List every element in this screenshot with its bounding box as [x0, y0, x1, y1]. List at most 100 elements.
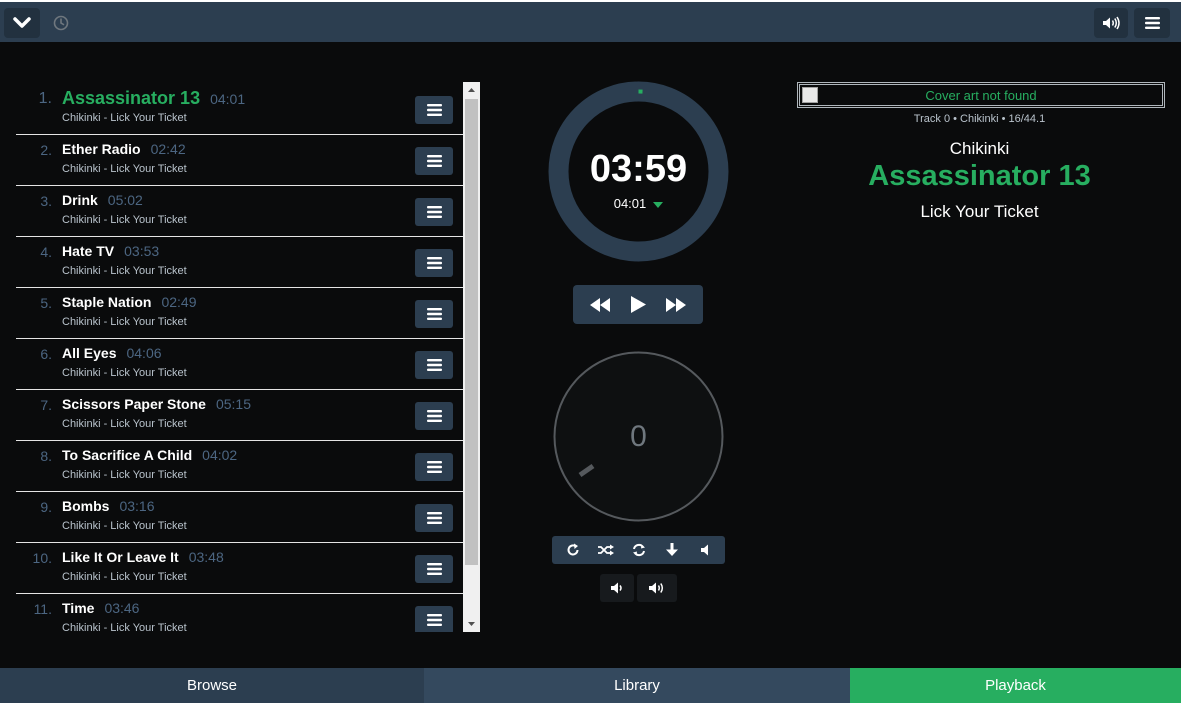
main-menu-button[interactable]	[1134, 8, 1170, 38]
shuffle-button[interactable]	[593, 538, 619, 562]
queue-item-menu-button[interactable]	[415, 147, 453, 175]
queue-list: 1. Assassinator 13 04:01 Chikinki - Lick Yo…	[16, 82, 464, 632]
play-icon	[631, 296, 646, 313]
queue-item-title: Like It Or Leave It 03:48	[62, 549, 224, 565]
queue-item-subtitle: Chikinki - Lick Your Ticket	[62, 469, 187, 481]
hamburger-icon	[426, 359, 442, 371]
repeat-button[interactable]	[560, 538, 586, 562]
hamburger-icon	[426, 410, 442, 422]
hamburger-icon	[426, 206, 442, 218]
queue-item-title: Ether Radio 02:42	[62, 141, 186, 157]
queue-scrollbar[interactable]	[463, 82, 480, 632]
download-icon	[665, 543, 678, 556]
volume-up-icon	[649, 582, 664, 594]
queue-item-title-text: Ether Radio	[62, 141, 141, 157]
mute-button[interactable]	[692, 538, 718, 562]
queue-item-title-text: All Eyes	[62, 345, 117, 361]
tab-browse[interactable]: Browse	[0, 668, 424, 703]
cover-art: Cover art not found	[797, 82, 1165, 108]
queue-item-number: 7.	[40, 397, 52, 413]
queue-item-menu-button[interactable]	[415, 249, 453, 277]
queue-item-title: Time 03:46	[62, 600, 139, 616]
caret-down-icon	[653, 201, 664, 208]
queue-item-title-text: Staple Nation	[62, 294, 152, 310]
queue-item-duration: 05:02	[107, 192, 143, 208]
arrow-up-icon	[468, 88, 475, 92]
now-playing-title: Assassinator 13	[868, 160, 1091, 192]
scroll-down-button[interactable]	[463, 616, 480, 632]
tab-library[interactable]: Library	[424, 668, 850, 703]
queue-item-title-text: Scissors Paper Stone	[62, 396, 206, 412]
queue-item-title-text: Drink	[62, 192, 98, 208]
queue-item-subtitle: Chikinki - Lick Your Ticket	[62, 418, 187, 430]
queue-item-title: Staple Nation 02:49	[62, 294, 197, 310]
hamburger-icon	[426, 257, 442, 269]
queue-item-menu-button[interactable]	[415, 453, 453, 481]
queue-item-menu-button[interactable]	[415, 198, 453, 226]
hamburger-icon	[1144, 17, 1160, 29]
volume-down-button[interactable]	[600, 574, 634, 602]
elapsed-time: 03:59	[589, 148, 688, 190]
total-time[interactable]: 04:01	[548, 196, 729, 211]
queue-item[interactable]: 5. Staple Nation 02:49 Chikinki - Lick Your…	[16, 288, 464, 339]
queue-item-number: 8.	[40, 448, 52, 464]
queue-item-duration: 04:02	[202, 447, 238, 463]
cover-art-frame: Cover art not found	[799, 84, 1163, 106]
queue-item-number: 2.	[40, 142, 52, 158]
queue-item-subtitle: Chikinki - Lick Your Ticket	[62, 367, 187, 379]
volume-button[interactable]	[1094, 8, 1128, 38]
broken-image-icon	[802, 87, 818, 103]
fast-forward-icon	[666, 297, 686, 312]
queue-item[interactable]: 4. Hate TV 03:53 Chikinki - Lick Your Ticke…	[16, 237, 464, 288]
queue-item-number: 4.	[40, 244, 52, 260]
history-button[interactable]	[50, 8, 72, 38]
queue-item-menu-button[interactable]	[415, 351, 453, 379]
queue-item-number: 1.	[38, 90, 52, 107]
tab-playback[interactable]: Playback	[850, 668, 1181, 703]
queue-item-title: All Eyes 04:06	[62, 345, 162, 361]
scroll-thumb[interactable]	[465, 99, 478, 565]
arrow-down-icon	[468, 622, 475, 626]
volume-icon	[1103, 16, 1120, 30]
queue-item-duration: 04:06	[126, 345, 162, 361]
queue-item-menu-button[interactable]	[415, 402, 453, 430]
queue-item-subtitle: Chikinki - Lick Your Ticket	[62, 622, 187, 632]
total-time-label: 04:01	[613, 196, 647, 211]
queue-item-menu-button[interactable]	[415, 96, 453, 124]
queue-item-menu-button[interactable]	[415, 300, 453, 328]
queue-item[interactable]: 10. Like It Or Leave It 03:48 Chikinki - Li…	[16, 543, 464, 594]
now-playing-album: Lick Your Ticket	[920, 202, 1039, 221]
volume-up-button[interactable]	[637, 574, 677, 602]
queue-item-title-text: Bombs	[62, 498, 110, 514]
queue-item[interactable]: 3. Drink 05:02 Chikinki - Lick Your Ticket	[16, 186, 464, 237]
play-button[interactable]	[623, 290, 653, 320]
menu-toggle-button[interactable]	[4, 8, 40, 38]
queue-item-number: 11.	[33, 601, 52, 617]
queue-item[interactable]: 6. All Eyes 04:06 Chikinki - Lick Your Tick…	[16, 339, 464, 390]
scroll-up-button[interactable]	[463, 82, 480, 98]
hamburger-icon	[426, 308, 442, 320]
volume-off-icon	[700, 544, 708, 556]
queue-item[interactable]: 1. Assassinator 13 04:01 Chikinki - Lick Yo…	[16, 82, 464, 135]
queue-item[interactable]: 9. Bombs 03:16 Chikinki - Lick Your Ticket	[16, 492, 464, 543]
next-button[interactable]	[661, 290, 691, 320]
chevron-down-icon	[13, 17, 31, 28]
hamburger-icon	[426, 614, 442, 626]
single-button[interactable]	[659, 538, 685, 562]
top-bar	[0, 0, 1181, 42]
queue-item[interactable]: 2. Ether Radio 02:42 Chikinki - Lick Your T…	[16, 135, 464, 186]
queue-item-menu-button[interactable]	[415, 504, 453, 532]
consume-button[interactable]	[626, 538, 652, 562]
queue-item[interactable]: 11. Time 03:46 Chikinki - Lick Your Ticket	[16, 594, 464, 632]
queue-item-subtitle: Chikinki - Lick Your Ticket	[62, 112, 187, 124]
history-icon	[53, 15, 69, 31]
queue-item-menu-button[interactable]	[415, 555, 453, 583]
queue-item-menu-button[interactable]	[415, 606, 453, 632]
bottom-tab-bar: Browse Library Playback	[0, 668, 1181, 703]
queue-item-number: 9.	[40, 499, 52, 515]
previous-button[interactable]	[585, 290, 615, 320]
queue-item[interactable]: 8. To Sacrifice A Child 04:02 Chikinki - Li…	[16, 441, 464, 492]
queue-item[interactable]: 7. Scissors Paper Stone 05:15 Chikinki - Li…	[16, 390, 464, 441]
transport-controls	[573, 285, 703, 324]
queue-item-duration: 03:53	[124, 243, 160, 259]
